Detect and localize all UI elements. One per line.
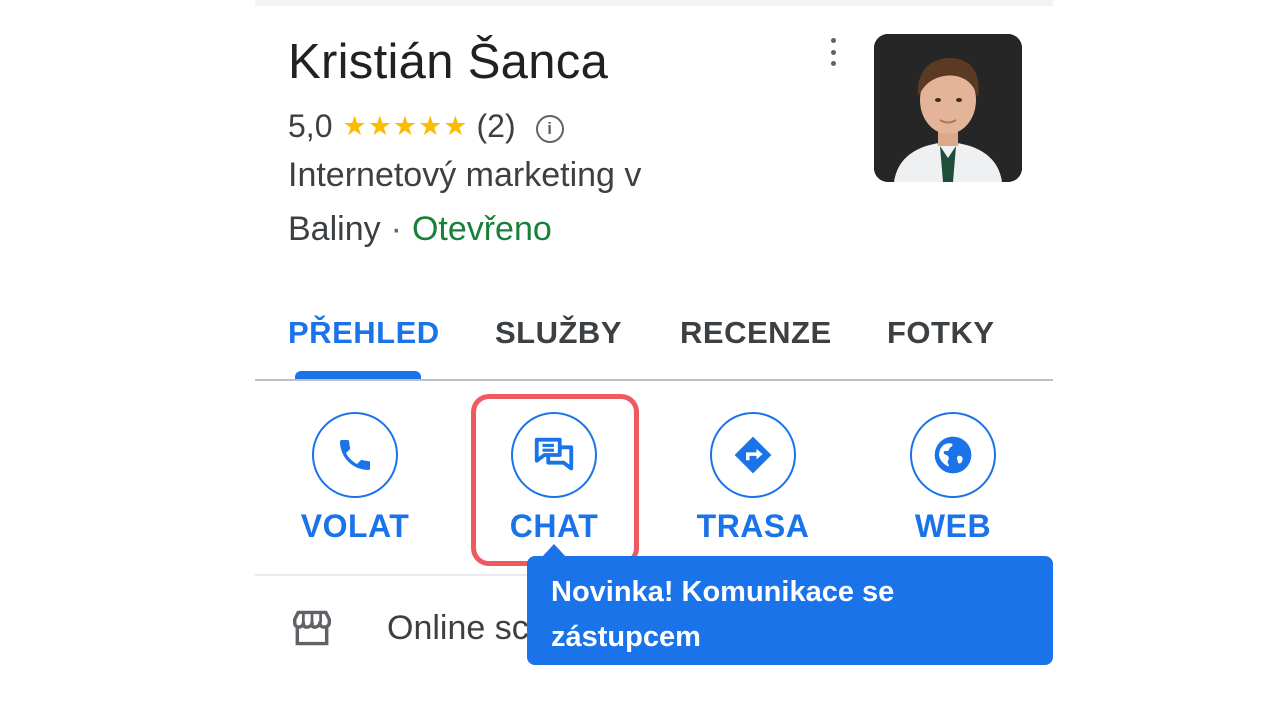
more-options-icon[interactable] [827,38,839,66]
storefront-icon [292,610,331,646]
tooltip-line-1: Novinka! Komunikace se [551,576,895,608]
call-label: VOLAT [300,508,410,544]
rating-value: 5,0 [288,107,333,144]
business-location-status: Baliny · Otevřeno [288,210,552,249]
top-edge [255,0,1053,6]
review-count[interactable]: (2) [477,108,516,145]
active-tab-indicator [295,371,421,379]
business-category: Internetový marketing v [288,156,642,194]
chat-highlight-box [471,394,639,566]
star-rating: ★★★★★ [342,110,469,141]
business-name: Kristián Šanca [288,35,609,89]
profile-photo[interactable] [874,34,1022,182]
tab-recenze[interactable]: RECENZE [680,315,832,351]
tab-fotky[interactable]: FOTKY [887,315,995,351]
separator-dot: · [390,210,402,248]
phone-icon [340,440,370,470]
directions-circle [710,412,796,498]
rating-row: 5,0 ★★★★★ (2) i [288,104,564,148]
tooltip-line-2: zástupcem [551,621,701,653]
online-services-row[interactable]: Online sc [291,606,529,650]
tab-sluzby[interactable]: SLUŽBY [495,315,622,351]
directions-label: TRASA [696,508,810,544]
call-button[interactable]: VOLAT [255,412,455,552]
online-services-label: Online sc [387,608,529,647]
place-panel: Kristián Šanca 5,0 ★★★★★ (2) i Interneto… [255,0,1053,720]
globe-icon [934,436,972,474]
website-button[interactable]: WEB [853,412,1053,552]
new-feature-tooltip[interactable]: Novinka! Komunikace se zástupcem [527,556,1053,665]
info-icon[interactable]: i [535,115,564,143]
website-label: WEB [914,508,992,544]
website-circle [910,412,996,498]
directions-button[interactable]: TRASA [653,412,853,552]
tab-bar: PŘEHLED SLUŽBY RECENZE FOTKY [255,305,1053,381]
call-circle [312,412,398,498]
open-status: Otevřeno [411,210,552,248]
person-photo-icon [874,34,1022,182]
tab-prehled[interactable]: PŘEHLED [288,315,440,351]
business-location: Baliny [288,210,381,248]
directions-icon [734,436,772,474]
